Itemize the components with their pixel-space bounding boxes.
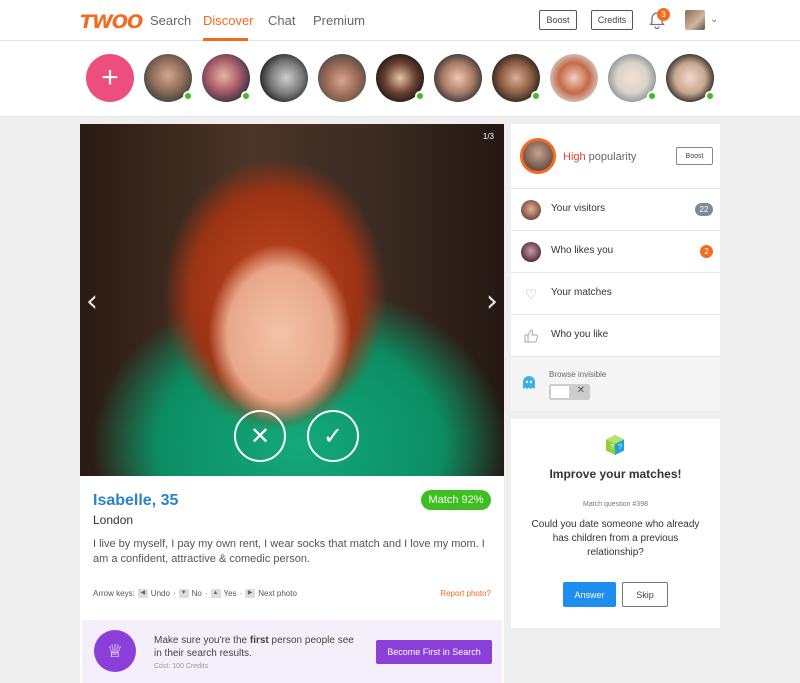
- become-first-button[interactable]: Become First in Search: [376, 640, 492, 664]
- up-key-icon: ▲: [210, 589, 221, 598]
- improve-matches-card: ? ? Improve your matches! Match question…: [511, 419, 720, 628]
- popularity-boost-button[interactable]: Boost: [676, 147, 713, 165]
- popularity-suffix: popularity: [585, 151, 637, 163]
- header-boost-button[interactable]: Boost: [539, 10, 577, 30]
- chevron-down-icon[interactable]: ⌄: [710, 14, 718, 25]
- toggle-knob: [551, 386, 569, 398]
- online-indicator: [183, 91, 193, 101]
- separator: ·: [239, 589, 243, 598]
- browse-invisible-label: Browse invisible: [549, 370, 607, 379]
- add-photo-button[interactable]: +: [86, 54, 134, 102]
- online-indicator: [415, 91, 425, 101]
- question-number: Match question #398: [583, 501, 648, 508]
- menu-who-likes-you[interactable]: Who likes you 2: [511, 230, 720, 272]
- story-avatar[interactable]: [666, 54, 715, 102]
- header-credits-button[interactable]: Credits: [591, 10, 633, 30]
- people-carousel: +: [0, 41, 800, 117]
- story-avatar[interactable]: [434, 54, 482, 102]
- story-avatar[interactable]: [608, 54, 657, 102]
- promo-text: Make sure you're the first person people…: [154, 634, 364, 660]
- online-indicator: [531, 91, 541, 101]
- story-avatar[interactable]: [376, 54, 425, 102]
- nav-discover[interactable]: Discover: [203, 13, 254, 28]
- user-avatar[interactable]: [685, 10, 705, 30]
- improve-title: Improve your matches!: [549, 467, 682, 481]
- menu-your-matches[interactable]: ♡ Your matches: [511, 272, 720, 314]
- separator: ·: [204, 589, 208, 598]
- separator: ·: [172, 589, 176, 598]
- down-key-icon: ▼: [178, 589, 189, 598]
- arrow-keys-label: Arrow keys:: [93, 589, 135, 598]
- profile-card: 1/3 ‹ › ✕ ✓ Isabelle, 35 London Match 92…: [80, 124, 504, 683]
- profile-photo[interactable]: 1/3 ‹ › ✕ ✓: [80, 124, 504, 476]
- popularity-text: High popularity: [563, 151, 636, 163]
- story-avatar[interactable]: [144, 54, 193, 102]
- online-indicator: [705, 91, 715, 101]
- story-avatar[interactable]: [202, 54, 251, 102]
- profile-name: Isabelle, 35: [93, 492, 179, 509]
- browse-invisible-section: Browse invisible ✕: [511, 356, 720, 411]
- yes-hint: Yes: [223, 589, 237, 598]
- profile-city: London: [93, 513, 134, 527]
- check-icon: ✓: [322, 422, 344, 450]
- dice-icon: ? ?: [606, 435, 624, 455]
- story-avatar[interactable]: [260, 54, 308, 102]
- story-avatar[interactable]: [492, 54, 541, 102]
- heart-icon: ♡: [524, 285, 538, 302]
- popularity-avatar: [520, 138, 556, 174]
- menu-your-visitors[interactable]: Your visitors 22: [511, 188, 720, 230]
- visitors-count-badge: 22: [695, 203, 713, 216]
- answer-button[interactable]: Answer: [563, 582, 616, 607]
- skip-button[interactable]: Skip: [622, 582, 668, 607]
- menu-label: Your matches: [551, 287, 612, 298]
- question-text: Could you date someone who already has c…: [531, 519, 700, 558]
- undo-hint: Undo: [150, 589, 170, 598]
- menu-label: Your visitors: [551, 203, 606, 214]
- menu-label: Who you like: [551, 329, 609, 340]
- close-icon: ✕: [576, 385, 585, 396]
- popularity-level: High: [563, 151, 586, 163]
- photo-counter: 1/3: [482, 132, 494, 141]
- reject-button[interactable]: ✕: [234, 410, 286, 462]
- promo-banner: ♕ Make sure you're the first person peop…: [82, 620, 502, 683]
- nav-premium[interactable]: Premium: [313, 13, 365, 28]
- profile-bio: I live by myself, I pay my own rent, I w…: [93, 538, 485, 565]
- activity-panel: High popularity Boost Your visitors 22 W…: [511, 124, 720, 411]
- nav-search[interactable]: Search: [150, 13, 191, 28]
- ghost-icon: [521, 375, 537, 391]
- liker-avatar: [521, 242, 541, 262]
- likes-count-badge: 2: [700, 245, 713, 258]
- close-icon: ✕: [249, 422, 271, 450]
- nav-chat[interactable]: Chat: [268, 13, 295, 28]
- browse-invisible-toggle[interactable]: ✕: [549, 384, 590, 400]
- right-key-icon: ▶: [245, 589, 256, 598]
- promo-cost: Cost: 100 Credits: [154, 663, 209, 670]
- thumbs-up-icon: [521, 326, 541, 346]
- menu-label: Who likes you: [551, 245, 614, 256]
- svg-text:?: ?: [610, 444, 614, 451]
- notification-badge: 3: [657, 8, 670, 21]
- top-bar: TWOO Search Discover Chat Premium Boost …: [0, 0, 800, 41]
- next-photo-arrow-icon[interactable]: ›: [486, 284, 498, 319]
- promo-text-pre: Make sure you're the: [154, 635, 250, 646]
- report-photo-link[interactable]: Report photo?: [440, 589, 491, 598]
- story-avatar[interactable]: [550, 54, 598, 102]
- menu-who-you-like[interactable]: Who you like: [511, 314, 720, 356]
- prev-photo-arrow-icon[interactable]: ‹: [86, 284, 98, 319]
- arrow-keys-hint: Arrow keys: ◀ Undo · ▼ No · ▲ Yes · ▶ Next …: [93, 589, 297, 598]
- crown-icon: ♕: [94, 630, 136, 672]
- left-key-icon: ◀: [137, 589, 148, 598]
- match-badge: Match 92%: [421, 490, 491, 510]
- story-avatar[interactable]: [318, 54, 366, 102]
- svg-text:?: ?: [618, 444, 622, 451]
- visitor-avatar: [521, 200, 541, 220]
- no-hint: No: [191, 589, 202, 598]
- next-photo-hint: Next photo: [258, 589, 297, 598]
- online-indicator: [647, 91, 657, 101]
- like-button[interactable]: ✓: [307, 410, 359, 462]
- twoo-logo[interactable]: TWOO: [80, 11, 143, 33]
- promo-text-bold: first: [249, 635, 269, 646]
- online-indicator: [241, 91, 251, 101]
